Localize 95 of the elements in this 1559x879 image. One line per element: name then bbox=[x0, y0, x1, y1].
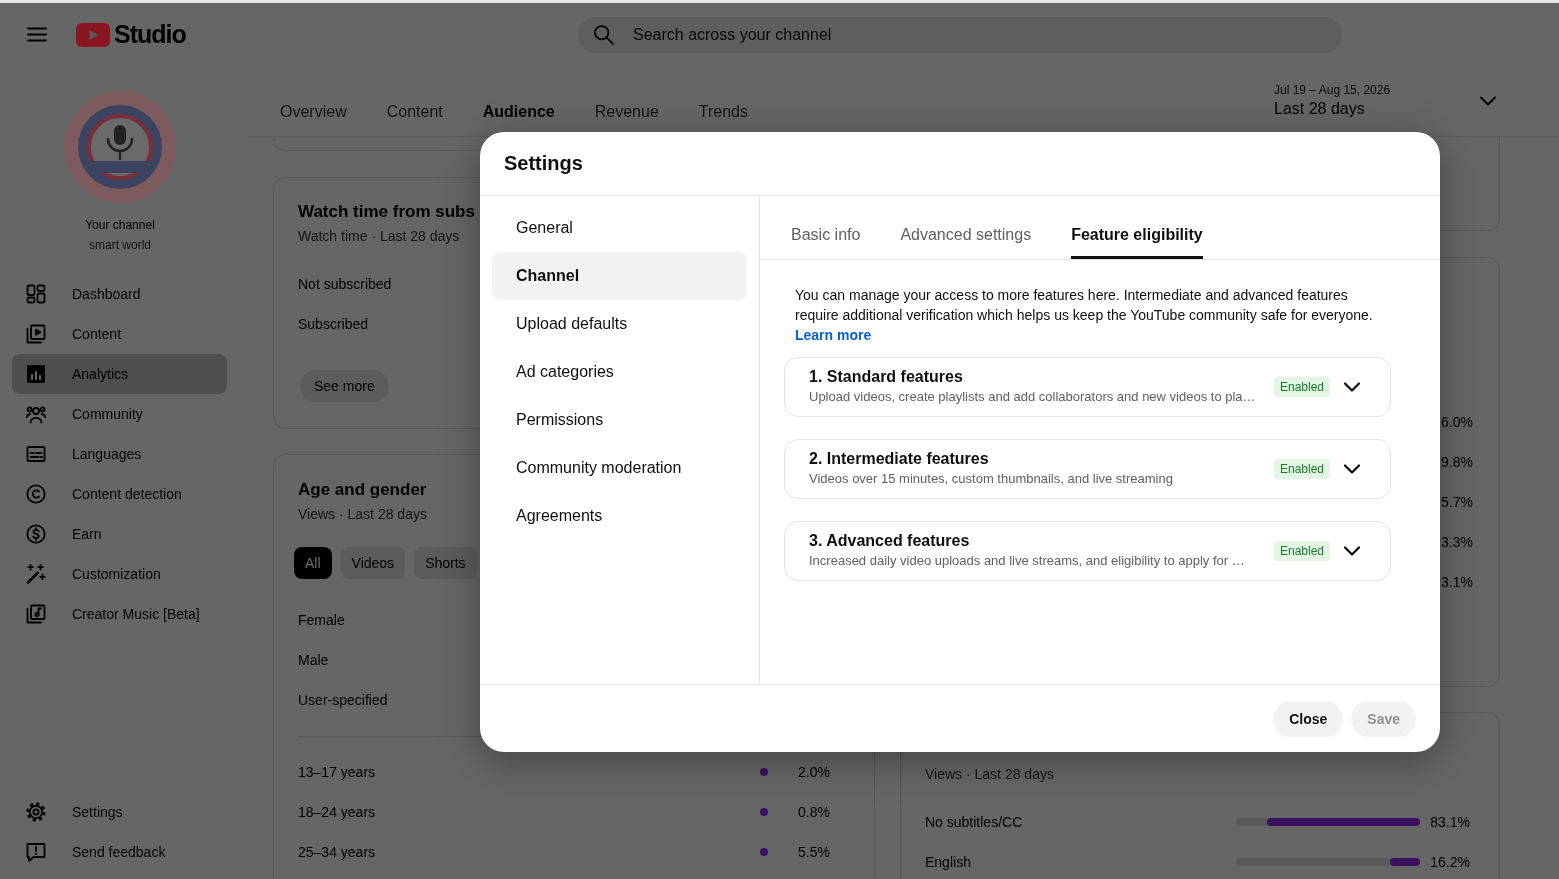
bar-chart-icon bbox=[26, 364, 46, 384]
feature-title: 3. Advanced features bbox=[809, 531, 970, 551]
video-library-icon bbox=[26, 324, 46, 344]
row-label: English bbox=[925, 853, 971, 872]
row-label: Female bbox=[298, 611, 345, 630]
music-library-icon bbox=[26, 604, 46, 624]
row-label: 13–17 years bbox=[298, 763, 376, 782]
feedback-icon bbox=[26, 842, 46, 862]
settings-nav-item[interactable]: Upload defaults bbox=[492, 300, 747, 348]
card-subtitle: Views · Last 28 days bbox=[925, 765, 1054, 784]
sidebar-item[interactable]: Earn bbox=[12, 514, 227, 554]
feature-description: Increased daily video uploads and live streams, and eligibility to apply for … bbox=[809, 552, 1245, 570]
dialog-tab[interactable]: Basic info bbox=[791, 211, 861, 259]
percentage-value: 5.5% bbox=[797, 843, 830, 862]
people-icon bbox=[26, 404, 46, 424]
feature-description: Upload videos, create playlists and add collaborators and new videos to pla… bbox=[809, 388, 1256, 406]
dot-icon bbox=[760, 768, 768, 776]
settings-nav-item[interactable]: Agreements bbox=[492, 492, 747, 540]
channel-label: Your channel bbox=[85, 217, 155, 233]
settings-icon bbox=[26, 802, 46, 822]
card-subtitle: Views · Last 28 days bbox=[298, 505, 427, 524]
feature-description: Videos over 15 minutes, custom thumbnails, and live streaming bbox=[809, 470, 1173, 488]
magic-wand-icon bbox=[26, 564, 46, 584]
chevron-down-icon[interactable] bbox=[1344, 546, 1360, 556]
date-range-dropdown[interactable]: Jul 19 – Aug 15, 2026 Last 28 days bbox=[1274, 82, 1500, 120]
sidebar-item[interactable]: Customization bbox=[12, 554, 227, 594]
status-badge: Enabled bbox=[1273, 459, 1330, 479]
close-button[interactable]: Close bbox=[1273, 700, 1344, 737]
settings-nav-item[interactable]: Permissions bbox=[492, 396, 747, 444]
percentage-value: 3.3% bbox=[1441, 533, 1473, 552]
percentage-value: 5.7% bbox=[1441, 493, 1473, 512]
tab[interactable]: Content bbox=[386, 102, 443, 122]
percentage-value: 9.8% bbox=[1441, 453, 1473, 472]
dashboard-icon bbox=[26, 284, 46, 304]
status-badge: Enabled bbox=[1273, 541, 1330, 561]
logo-text: Studio bbox=[114, 20, 186, 49]
percentage-value: 2.0% bbox=[797, 763, 830, 782]
card-title: Age and gender bbox=[298, 479, 427, 501]
percentage-value: 6.0% bbox=[1441, 413, 1473, 432]
status-badge: Enabled bbox=[1273, 377, 1330, 397]
learn-more-link[interactable]: Learn more bbox=[795, 325, 872, 345]
subtitles-icon bbox=[26, 444, 46, 464]
channel-name: smart world bbox=[89, 237, 151, 253]
description-text: You can manage your access to more features here. Intermediate and advanced features require additional verification which helps us keep the YouTube community safe for everyone. bbox=[794, 286, 1374, 325]
row-label: No subtitles/CC bbox=[925, 813, 1023, 832]
sidebar-item[interactable]: Send feedback bbox=[12, 832, 227, 872]
tab[interactable]: Revenue bbox=[594, 102, 659, 122]
dot-icon bbox=[760, 808, 768, 816]
search-field[interactable]: Search across your channel bbox=[578, 16, 1342, 53]
settings-nav-item[interactable]: Community moderation bbox=[492, 444, 747, 492]
row-label: Subscribed bbox=[298, 315, 369, 334]
row-label: 25–34 years bbox=[298, 843, 376, 862]
sidebar-item[interactable]: Community bbox=[12, 394, 227, 434]
sidebar-item[interactable]: Creator Music [Beta] bbox=[12, 594, 227, 634]
tab[interactable]: Audience bbox=[482, 102, 555, 122]
settings-nav-item[interactable]: Ad categories bbox=[492, 348, 747, 396]
sidebar-item[interactable]: Languages bbox=[12, 434, 227, 474]
dialog-title: Settings bbox=[504, 152, 583, 175]
settings-nav-item[interactable]: General bbox=[492, 204, 747, 252]
sidebar-item[interactable]: Content detection bbox=[12, 474, 227, 514]
feature-title: 1. Standard features bbox=[809, 367, 963, 387]
percentage-value: 83.1% bbox=[1430, 813, 1470, 832]
tab[interactable]: Trends bbox=[698, 102, 748, 122]
search-icon bbox=[594, 24, 614, 45]
row-label: 18–24 years bbox=[298, 803, 376, 822]
sidebar-item[interactable]: Analytics bbox=[12, 354, 227, 394]
dollar-icon bbox=[26, 524, 46, 544]
dialog-tab[interactable]: Advanced settings bbox=[900, 211, 1032, 259]
menu-icon[interactable] bbox=[27, 27, 47, 42]
sidebar-item[interactable]: Settings bbox=[12, 792, 227, 832]
percentage-value: 3.1% bbox=[1441, 573, 1473, 592]
percentage-value: 0.8% bbox=[797, 803, 830, 822]
sidebar-item[interactable]: Content bbox=[12, 314, 227, 354]
filter-chip[interactable]: Shorts bbox=[414, 547, 477, 579]
card-subtitle: Watch time · Last 28 days bbox=[298, 227, 460, 246]
copyright-icon bbox=[26, 484, 46, 504]
chevron-down-icon[interactable] bbox=[1344, 464, 1360, 474]
filter-chip[interactable]: All bbox=[294, 547, 332, 579]
filter-chip[interactable]: Videos bbox=[340, 547, 406, 579]
chevron-down-icon bbox=[1480, 96, 1496, 106]
settings-nav-item[interactable]: Channel bbox=[492, 252, 747, 300]
dialog-tab[interactable]: Feature eligibility bbox=[1071, 211, 1203, 259]
sidebar-item[interactable]: Dashboard bbox=[12, 274, 227, 314]
percentage-value: 16.2% bbox=[1430, 853, 1470, 872]
chevron-down-icon[interactable] bbox=[1344, 382, 1360, 392]
row-label: Not subscribed bbox=[298, 275, 392, 294]
see-more-button[interactable]: See more bbox=[300, 370, 389, 402]
row-label: User-specified bbox=[298, 691, 388, 710]
card-title: Watch time from subs bbox=[298, 201, 475, 223]
tab[interactable]: Overview bbox=[280, 102, 347, 122]
feature-title: 2. Intermediate features bbox=[809, 449, 989, 469]
channel-avatar[interactable] bbox=[64, 91, 176, 203]
play-logo-icon bbox=[76, 22, 110, 47]
dot-icon bbox=[760, 848, 768, 856]
row-label: Male bbox=[298, 651, 329, 670]
